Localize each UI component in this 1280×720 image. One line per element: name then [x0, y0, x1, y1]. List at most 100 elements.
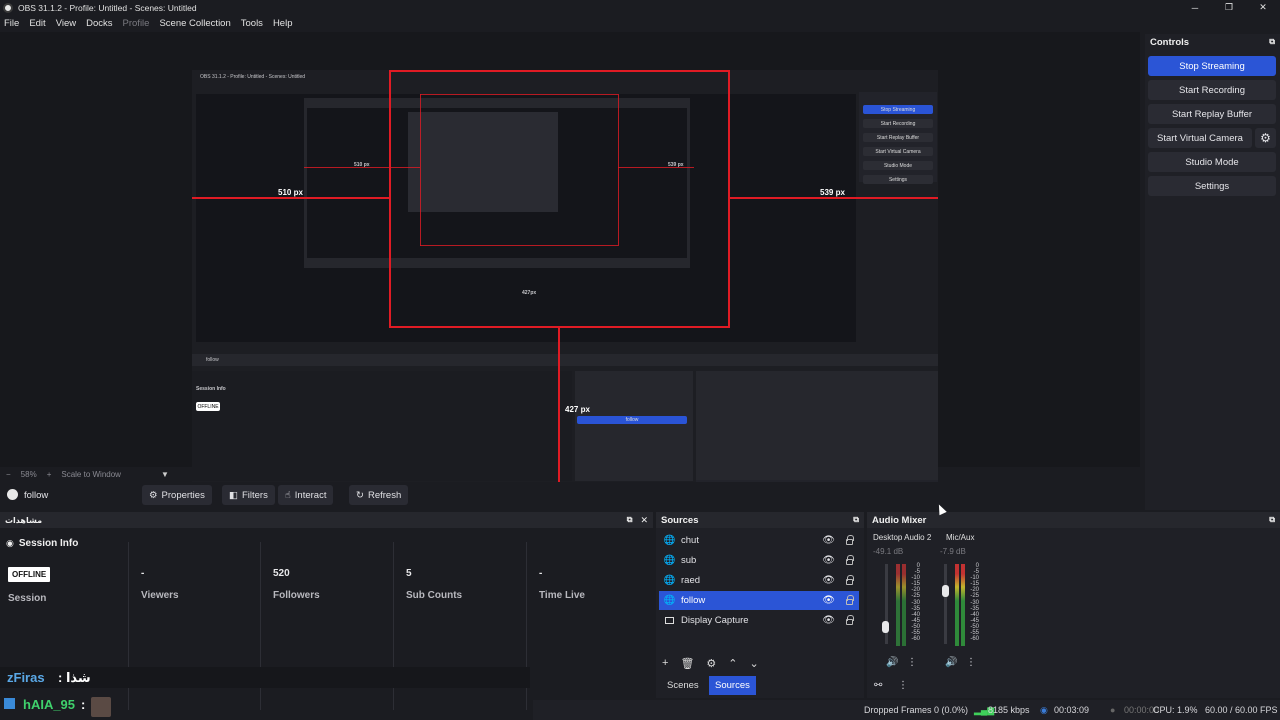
menu-edit[interactable]: Edit: [28, 18, 46, 29]
visibility-eye-icon[interactable]: 👁: [822, 535, 835, 546]
mixer-title: Audio Mixer: [872, 514, 927, 526]
tab-scenes[interactable]: Scenes: [661, 676, 705, 695]
mic-meter-r-level: [961, 564, 965, 646]
desktop-mute-speaker-icon[interactable]: 🔊: [886, 657, 898, 668]
start-replay-buffer-button[interactable]: Start Replay Buffer: [1148, 104, 1276, 124]
undock-icon[interactable]: ⧉: [1269, 515, 1275, 525]
source-globe-icon: [7, 489, 18, 500]
title-bar: OBS 31.1.2 - Profile: Untitled - Scenes:…: [0, 0, 1280, 15]
menu-tools[interactable]: Tools: [240, 18, 264, 29]
desktop-meter-r-level: [902, 564, 906, 646]
scale-mode-select[interactable]: Scale to Window: [61, 470, 121, 479]
advanced-audio-icon[interactable]: ⚯: [874, 680, 882, 691]
channel-db-desktop: -49.1 dB: [873, 547, 904, 556]
desktop-fader-knob[interactable]: [882, 621, 889, 633]
menu-view[interactable]: View: [55, 18, 77, 29]
nested-mixer: [696, 371, 938, 481]
menu-docks[interactable]: Docks: [85, 18, 113, 29]
dropped-frames: Dropped Frames 0 (0.0%): [864, 705, 969, 715]
mixer-menu-kebab-icon[interactable]: ⋮: [898, 680, 908, 691]
nested-source-toolbar: [192, 354, 938, 366]
inner-guide-top: [420, 94, 618, 95]
menu-profile[interactable]: Profile: [122, 18, 151, 29]
zoom-out-button[interactable]: −: [6, 470, 11, 479]
scale-dropdown-icon[interactable]: ▼: [161, 470, 169, 479]
source-row-sub[interactable]: 🌐 sub 👁: [659, 551, 859, 570]
lock-icon[interactable]: [846, 615, 854, 625]
close-window-button[interactable]: ✕: [1246, 0, 1280, 15]
lock-icon[interactable]: [846, 575, 854, 585]
monitor-icon: [664, 615, 675, 626]
mic-menu-kebab-icon[interactable]: ⋮: [966, 657, 976, 668]
desktop-menu-kebab-icon[interactable]: ⋮: [907, 657, 917, 668]
chat-text-2: :: [81, 697, 86, 712]
refresh-button[interactable]: ↻ Refresh: [349, 485, 409, 505]
filters-button[interactable]: ◧ Filters: [222, 485, 275, 505]
preview-canvas[interactable]: OBS 31.1.2 - Profile: Untitled - Scenes:…: [192, 70, 938, 493]
zoom-in-button[interactable]: +: [47, 470, 52, 479]
maximize-button[interactable]: ❐: [1212, 0, 1246, 15]
undock-icon[interactable]: ⧉: [853, 515, 859, 525]
source-row-follow[interactable]: 🌐 follow 👁: [659, 591, 859, 610]
measure-right-label: 539 px: [820, 188, 845, 197]
visibility-eye-icon[interactable]: 👁: [822, 575, 835, 586]
visibility-eye-icon[interactable]: 👁: [822, 555, 835, 566]
refresh-icon: ↻: [356, 489, 364, 501]
stop-streaming-button[interactable]: Stop Streaming: [1148, 56, 1276, 76]
followers-value: 520: [273, 568, 290, 579]
stat-time-live: - Time Live: [526, 542, 653, 710]
mic-mute-speaker-icon[interactable]: 🔊: [945, 657, 957, 668]
remove-source-icon[interactable]: 🗑: [680, 657, 694, 670]
source-row-display-capture[interactable]: Display Capture 👁: [659, 611, 859, 630]
lock-icon[interactable]: [846, 555, 854, 565]
source-name: follow: [681, 595, 706, 606]
start-recording-button[interactable]: Start Recording: [1148, 80, 1276, 100]
broadcast-icon: ◉: [6, 538, 14, 548]
virtual-camera-settings-gear-icon[interactable]: ⚙: [1255, 128, 1276, 148]
minimize-button[interactable]: ─: [1178, 0, 1212, 15]
inner-guide-right: [618, 94, 619, 246]
add-source-icon[interactable]: +: [662, 657, 668, 670]
properties-button[interactable]: ⚙ Properties: [142, 485, 212, 505]
visibility-eye-icon[interactable]: 👁: [822, 615, 835, 626]
nested-measure-left-label: 510 px: [354, 162, 370, 168]
nested-title: OBS 31.1.2 - Profile: Untitled - Scenes:…: [200, 74, 306, 80]
source-row-chut[interactable]: 🌐 chut 👁: [659, 531, 859, 550]
zoom-row: − 58% + Scale to Window ▼: [0, 467, 1140, 481]
visibility-eye-icon[interactable]: 👁: [822, 595, 835, 606]
mic-fader-knob[interactable]: [942, 585, 949, 597]
controls-dock: Controls ⧉ Stop Streaming Start Recordin…: [1145, 34, 1280, 510]
nested-replay: Start Replay Buffer: [863, 133, 933, 142]
move-down-icon[interactable]: ⌄: [750, 657, 759, 670]
gear-icon: ⚙: [149, 489, 158, 501]
badge-icon: [4, 698, 15, 709]
emote-icon: [91, 697, 111, 717]
menu-file[interactable]: File: [3, 18, 20, 29]
undock-icon[interactable]: ⧉: [1269, 37, 1275, 47]
channel-name-mic: Mic/Aux: [946, 533, 975, 542]
lock-icon[interactable]: [846, 595, 854, 605]
menu-scene-collection[interactable]: Scene Collection: [158, 18, 231, 29]
interact-button[interactable]: ☝ Interact: [278, 485, 334, 505]
studio-mode-button[interactable]: Studio Mode: [1148, 152, 1276, 172]
undock-icon[interactable]: ⧉: [627, 515, 633, 526]
settings-button[interactable]: Settings: [1148, 176, 1276, 196]
browser-source-icon: 🌐: [663, 595, 676, 606]
inner-guide-bottom: [420, 245, 618, 246]
preview-area[interactable]: OBS 31.1.2 - Profile: Untitled - Scenes:…: [0, 32, 1140, 493]
chat-line-1: zFiras : شذا: [0, 667, 530, 688]
close-dock-icon[interactable]: ✕: [640, 515, 648, 526]
source-row-raed[interactable]: 🌐 raed 👁: [659, 571, 859, 590]
mic-meter-l-level: [955, 564, 959, 646]
move-up-icon[interactable]: ⌃: [728, 657, 737, 670]
start-virtual-camera-button[interactable]: Start Virtual Camera: [1148, 128, 1252, 148]
lock-icon[interactable]: [846, 535, 854, 545]
source-name: Display Capture: [681, 615, 749, 626]
menu-help[interactable]: Help: [272, 18, 294, 29]
nested-measure-right-label: 539 px: [668, 162, 684, 168]
mic-fader-track[interactable]: [944, 564, 947, 644]
tab-sources[interactable]: Sources: [709, 676, 756, 695]
nested-follow-row: follow: [577, 416, 687, 424]
source-name: sub: [681, 555, 697, 566]
source-properties-gear-icon[interactable]: ⚙: [706, 657, 716, 670]
